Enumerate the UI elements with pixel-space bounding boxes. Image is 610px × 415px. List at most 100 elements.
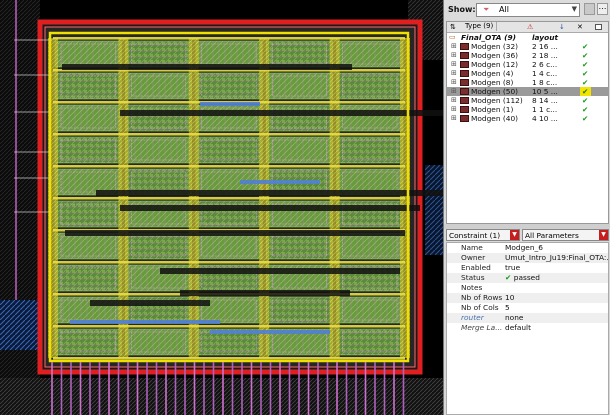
tree-row[interactable]: ⊞ Modgen (40) 4 10 ... ✔ — [447, 114, 608, 123]
tree-row[interactable]: ⊞ Modgen (1) 1 1 c... ✔ — [447, 105, 608, 114]
property-row[interactable]: Nb of Rows 10 — [447, 293, 608, 303]
property-value[interactable]: Umut_Intro_Ju19:Final_OTA:... — [505, 253, 608, 263]
parameters-select[interactable]: All Parameters ▼ — [522, 229, 609, 241]
tree-row-value: 4 10 ... — [532, 114, 558, 123]
status-check-icon: ✔ — [582, 51, 589, 60]
property-row[interactable]: Name Modgen_6 — [447, 243, 608, 253]
modgen-icon — [460, 97, 469, 104]
device-cell — [125, 136, 193, 164]
gate-bar — [90, 300, 210, 306]
property-row[interactable]: router none — [447, 313, 608, 323]
layout-canvas[interactable] — [0, 0, 443, 415]
property-value[interactable]: default — [505, 323, 531, 333]
type-column-header[interactable]: Type (9) — [465, 22, 497, 31]
device-cell — [54, 328, 122, 356]
property-value[interactable]: true — [505, 263, 520, 273]
tree-row[interactable]: ⊞ Modgen (36) 2 18 ... ✔ — [447, 51, 608, 60]
gate-bar — [180, 290, 350, 296]
horizontal-rail — [53, 357, 405, 360]
funnel-icon: ⏷ — [483, 5, 490, 14]
device-cell — [265, 72, 333, 100]
sort-icon[interactable]: ⇅ — [450, 23, 456, 31]
warning-icon[interactable]: ⚠ — [527, 23, 533, 31]
modgen-icon — [460, 43, 469, 50]
property-key: Enabled — [461, 263, 491, 272]
folder-icon: ▭ — [449, 33, 456, 41]
expand-icon[interactable]: ⊞ — [451, 69, 457, 78]
tree-row-value: 8 14 ... — [532, 96, 558, 105]
tree-row-name: Modgen (12) — [471, 60, 519, 69]
expand-icon[interactable]: ⊞ — [451, 114, 457, 123]
filter-toggle-button[interactable] — [584, 3, 595, 15]
device-cell — [125, 40, 193, 68]
expand-icon[interactable]: ⊞ — [451, 87, 457, 96]
expand-icon[interactable]: ⊞ — [451, 60, 457, 69]
gate-bar — [120, 205, 420, 211]
select-all-checkbox[interactable] — [595, 24, 602, 30]
property-row[interactable]: Status ✔ passed — [447, 273, 608, 283]
property-row[interactable]: Owner Umut_Intro_Ju19:Final_OTA:... — [447, 253, 608, 263]
tree-root-row[interactable]: ▭ Final_OTA (9) layout — [447, 33, 608, 42]
tree-row[interactable]: ⊞ Modgen (112) 8 14 ... ✔ — [447, 96, 608, 105]
tree-row[interactable]: ⊞ Modgen (8) 1 8 c... ✔ — [447, 78, 608, 87]
device-cell — [265, 136, 333, 164]
expand-icon[interactable]: ⊞ — [451, 42, 457, 51]
show-filter-select[interactable]: ⏷ All ▼ — [476, 3, 580, 17]
tree-row[interactable]: ⊞ Modgen (12) 2 6 c... ✔ — [447, 60, 608, 69]
status-check-icon: ✔ — [582, 105, 589, 114]
constraint-select[interactable]: Constraint (1) ▼ — [446, 229, 520, 241]
device-cell — [195, 232, 263, 260]
status-text: passed — [513, 273, 540, 282]
expand-icon[interactable]: ⊞ — [451, 96, 457, 105]
property-value[interactable]: none — [505, 313, 523, 323]
status-check-icon: ✔ — [582, 114, 589, 123]
property-value[interactable]: 5 — [505, 303, 510, 313]
device-cell — [265, 40, 333, 68]
tree-row-name: Modgen (1) — [471, 105, 514, 114]
modgen-icon — [460, 70, 469, 77]
property-row[interactable]: Merge La... default — [447, 323, 608, 333]
gate-bar — [160, 268, 400, 274]
root-value: layout — [532, 33, 558, 42]
tree-row[interactable]: ⊞ Modgen (4) 1 4 c... ✔ — [447, 69, 608, 78]
property-row[interactable]: Notes — [447, 283, 608, 293]
constraint-tree: ⇅ Type (9) ⚠ ↓ ✕ ▭ Final_OTA (9) layout … — [446, 21, 609, 224]
device-cell — [336, 40, 404, 68]
chevron-down-icon: ▼ — [571, 5, 577, 13]
property-row[interactable]: Enabled true — [447, 263, 608, 273]
property-row[interactable]: Nb of Cols 5 — [447, 303, 608, 313]
tree-row-name: Modgen (112) — [471, 96, 523, 105]
status-check-icon: ✔ — [582, 60, 589, 69]
check-column-icon[interactable]: ✕ — [577, 23, 583, 31]
property-key: Name — [461, 243, 483, 252]
show-label: Show: — [448, 5, 476, 14]
modgen-icon — [460, 52, 469, 59]
expand-icon[interactable]: ⊞ — [451, 105, 457, 114]
status-check-icon: ✔ — [582, 42, 589, 51]
device-cell — [125, 232, 193, 260]
device-cell — [54, 72, 122, 100]
tree-header: ⇅ Type (9) ⚠ ↓ ✕ — [447, 22, 608, 33]
property-value[interactable]: 10 — [505, 293, 514, 303]
device-cell — [54, 40, 122, 68]
tree-row-value: 1 8 c... — [532, 78, 558, 87]
device-cell — [195, 136, 263, 164]
expand-icon[interactable]: ⊞ — [451, 51, 457, 60]
horizontal-rail — [53, 325, 405, 328]
property-value[interactable]: Modgen_6 — [505, 243, 543, 253]
tree-row[interactable]: ⊞ Modgen (32) 2 16 ... ✔ — [447, 42, 608, 51]
device-cell — [125, 200, 193, 228]
device-cell — [336, 296, 404, 324]
modgen-icon — [460, 79, 469, 86]
expand-icon[interactable]: ⊞ — [451, 78, 457, 87]
show-filter-value: All — [499, 5, 509, 14]
arrow-down-icon[interactable]: ↓ — [559, 23, 565, 31]
horizontal-rail — [53, 261, 405, 264]
device-cell — [336, 136, 404, 164]
property-value[interactable]: ✔ passed — [505, 273, 540, 283]
device-cell — [195, 40, 263, 68]
more-options-button[interactable]: … — [597, 3, 608, 15]
properties-table: Name Modgen_6 Owner Umut_Intro_Ju19:Final_O… — [446, 242, 609, 415]
chevron-down-icon: ▼ — [510, 230, 519, 240]
tree-row[interactable]: ⊞ Modgen (50) 10 5 ... ✔ — [447, 87, 608, 96]
